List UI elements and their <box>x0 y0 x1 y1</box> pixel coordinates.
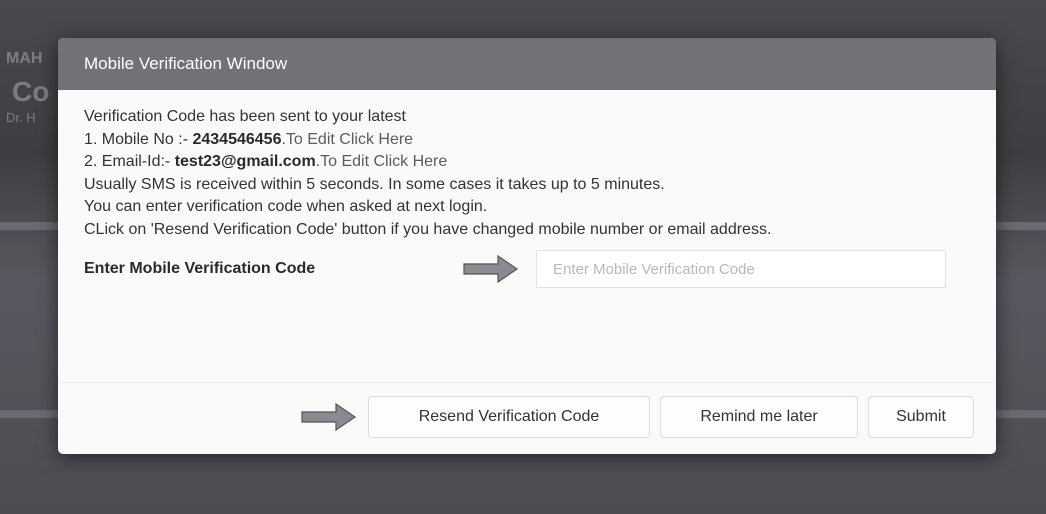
code-label: Enter Mobile Verification Code <box>84 259 316 277</box>
login-info-text: You can enter verification code when ask… <box>84 198 488 215</box>
resend-info-text: CLick on 'Resend Verification Code' butt… <box>84 220 772 238</box>
email-address: test23@gmail.com <box>174 153 316 170</box>
code-entry-row: Enter Mobile Verification Code <box>84 249 972 289</box>
right-arrow-icon <box>462 253 520 285</box>
mobile-number: 2434546456 <box>192 130 282 148</box>
remind-later-button[interactable]: Remind me later <box>660 396 858 438</box>
modal-header: Mobile Verification Window <box>58 38 996 90</box>
submit-button[interactable]: Submit <box>868 396 974 438</box>
sms-info-text: Usually SMS is received within 5 seconds… <box>84 175 665 193</box>
modal-footer: Resend Verification Code Remind me later… <box>300 396 974 438</box>
edit-mobile-link[interactable]: .To Edit Click Here <box>281 131 413 148</box>
verification-modal: Mobile Verification Window Verification … <box>58 38 996 454</box>
modal-title: Mobile Verification Window <box>84 54 288 73</box>
email-line: 2. Email-Id:- test23@gmail.com.To Edit C… <box>84 151 972 174</box>
background-text-2: Co <box>12 76 50 107</box>
mobile-prefix: 1. Mobile No :- <box>84 130 193 148</box>
modal-body: Verification Code has been sent to your … <box>58 90 996 289</box>
background-text-1: MAH <box>6 50 43 67</box>
mobile-line: 1. Mobile No :- 2434546456.To Edit Click… <box>84 129 972 152</box>
footer-divider <box>58 382 996 383</box>
edit-email-link[interactable]: .To Edit Click Here <box>316 153 448 170</box>
right-arrow-icon <box>300 401 358 433</box>
verification-code-input[interactable] <box>536 250 946 288</box>
email-prefix: 2. Email-Id:- <box>84 153 175 170</box>
intro-text: Verification Code has been sent to your … <box>84 108 406 125</box>
resend-code-button[interactable]: Resend Verification Code <box>368 396 650 438</box>
background-text-3: Dr. H <box>6 110 36 125</box>
